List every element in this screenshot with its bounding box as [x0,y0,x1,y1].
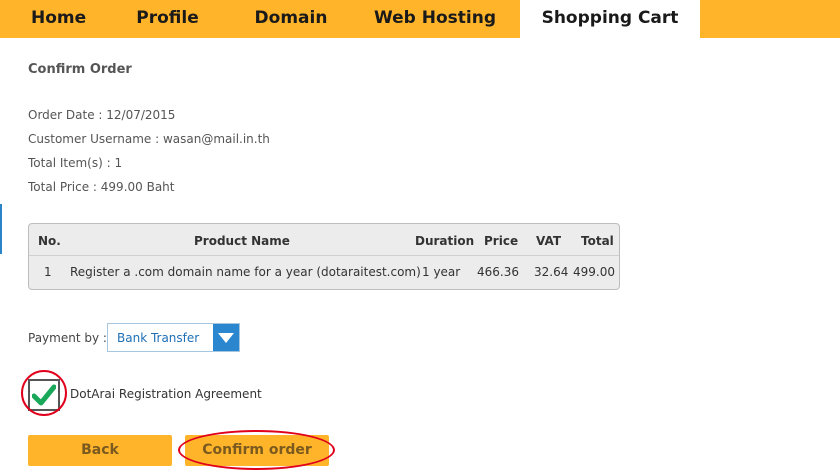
nav-profile[interactable]: Profile [110,0,225,38]
agreement-label[interactable]: DotArai Registration Agreement [70,387,262,401]
cell-duration: 1 year [422,265,461,279]
cell-no: 1 [44,265,52,279]
checkbox-highlight-circle [21,370,67,416]
column-header-product: Product Name [194,234,290,248]
column-header-price: Price [484,234,519,248]
column-header-no: No. [38,234,61,248]
nav-shopping-cart[interactable]: Shopping Cart [520,0,700,38]
confirm-highlight-circle [178,430,335,470]
left-accent-bar [0,204,2,254]
total-items: Total Item(s) : 1 [28,156,123,170]
order-table: No. Product Name Duration Price VAT Tota… [28,223,620,290]
cell-vat: 32.64 [534,265,569,279]
top-nav: Home Profile Domain Web Hosting Shopping… [0,0,840,38]
table-divider [29,255,619,256]
chevron-down-icon[interactable] [211,324,239,351]
column-header-duration: Duration [415,234,475,248]
cell-total: 499.00 [573,265,615,279]
payment-label: Payment by : [28,331,107,345]
nav-domain[interactable]: Domain [226,0,356,38]
payment-selected-value: Bank Transfer [117,331,200,345]
nav-home[interactable]: Home [0,0,110,38]
nav-web-hosting[interactable]: Web Hosting [360,0,510,38]
column-header-total: Total [581,234,614,248]
order-date: Order Date : 12/07/2015 [28,108,176,122]
cell-product-name: Register a .com domain name for a year (… [70,265,421,279]
back-button[interactable]: Back [28,435,172,466]
column-header-vat: VAT [536,234,562,248]
page-title: Confirm Order [28,62,132,77]
customer-username: Customer Username : wasan@mail.in.th [28,132,270,146]
total-price: Total Price : 499.00 Baht [28,180,175,194]
payment-method-select[interactable]: Bank Transfer [107,323,240,352]
cell-price: 466.36 [477,265,519,279]
